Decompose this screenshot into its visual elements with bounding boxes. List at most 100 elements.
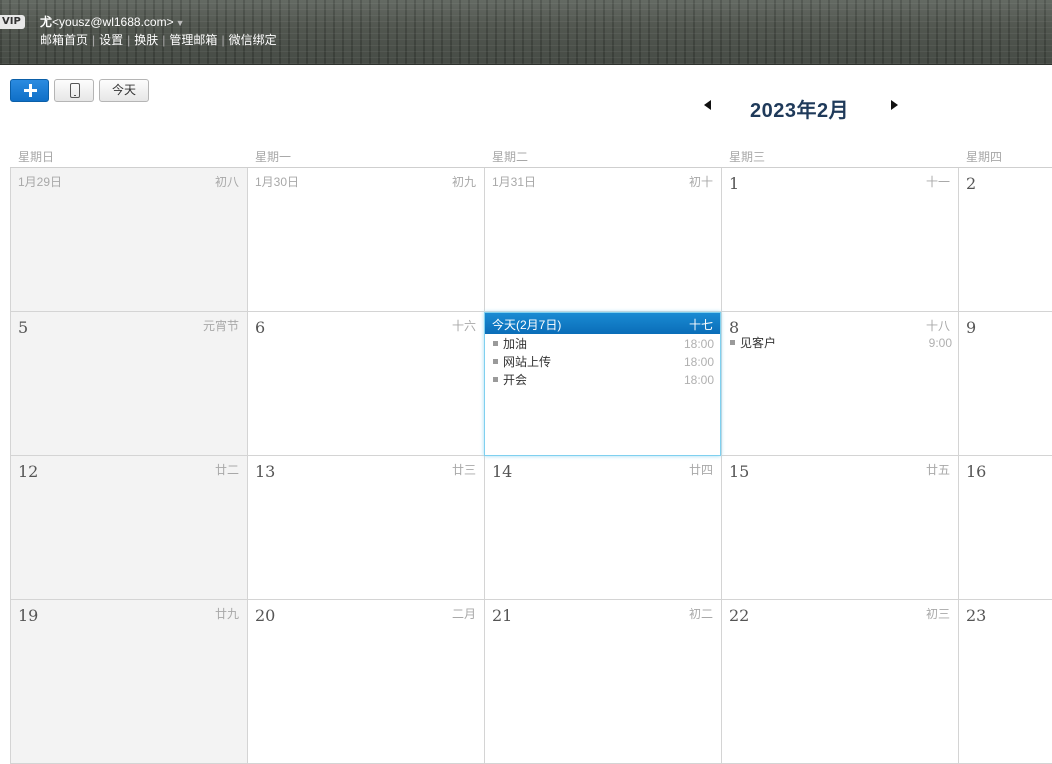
calendar-day[interactable]: 1月31日 初十 — [484, 168, 721, 312]
calendar-day[interactable]: 12 廿二 — [10, 456, 247, 600]
lunar-date: 廿四 — [688, 463, 713, 477]
month-title: 2023年2月 — [750, 100, 850, 122]
day-number: 今天(2月7日) — [492, 318, 562, 332]
event-title: 加油 — [503, 337, 528, 351]
triangle-right-icon[interactable] — [891, 100, 898, 110]
nav-link-wechat-bind[interactable]: 微信绑定 — [229, 33, 277, 47]
calendar-day[interactable]: 13 廿三 — [247, 456, 484, 600]
lunar-date: 十七 — [688, 318, 713, 332]
day-number: 1月29日 — [18, 175, 63, 189]
calendar-day[interactable]: 21 初二 — [484, 600, 721, 764]
calendar-day[interactable]: 5 元宵节 — [10, 312, 247, 456]
weekday-monday: 星期一 — [255, 150, 292, 164]
calendar-event[interactable]: 加油 18:00 — [493, 336, 714, 352]
today-header: 今天(2月7日) 十七 — [485, 313, 720, 334]
day-number: 21 — [492, 606, 513, 625]
calendar-event[interactable]: 见客户 9:00 — [730, 335, 952, 351]
lunar-date: 二月 — [451, 607, 476, 621]
lunar-date: 廿五 — [925, 463, 950, 477]
event-bullet-icon — [493, 341, 498, 347]
nav-link-settings[interactable]: 设置 — [99, 33, 123, 47]
weekday-wednesday: 星期三 — [729, 150, 766, 164]
day-number: 19 — [18, 606, 39, 625]
calendar-day[interactable]: 1 十一 — [721, 168, 958, 312]
calendar-event[interactable]: 网站上传 18:00 — [493, 354, 714, 370]
event-bullet-icon — [493, 377, 498, 383]
event-title: 见客户 — [740, 336, 777, 350]
user-name: 尤 — [40, 15, 53, 29]
calendar-day[interactable]: 1月30日 初九 — [247, 168, 484, 312]
nav-separator: | — [221, 33, 225, 47]
day-number: 15 — [729, 462, 750, 481]
calendar-day[interactable]: 14 廿四 — [484, 456, 721, 600]
calendar-day[interactable]: 19 廿九 — [10, 600, 247, 764]
nav-link-mail-home[interactable]: 邮箱首页 — [40, 33, 88, 47]
event-time: 18:00 — [683, 355, 714, 369]
weekday-tuesday: 星期二 — [492, 150, 529, 164]
triangle-left-icon[interactable] — [704, 100, 711, 110]
nav-separator: | — [162, 33, 166, 47]
day-number: 22 — [729, 606, 750, 625]
vip-badge: VIP — [0, 15, 25, 29]
lunar-date: 十一 — [925, 175, 950, 189]
event-bullet-icon — [493, 359, 498, 365]
day-number: 23 — [966, 606, 987, 625]
calendar-day[interactable]: 15 廿五 — [721, 456, 958, 600]
event-title: 开会 — [503, 373, 528, 387]
calendar-day[interactable]: 16 — [958, 456, 1052, 600]
event-bullet-icon — [730, 340, 735, 346]
calendar-day[interactable]: 23 — [958, 600, 1052, 764]
lunar-date: 廿三 — [451, 463, 476, 477]
day-number: 16 — [966, 462, 987, 481]
lunar-date: 初二 — [688, 607, 713, 621]
day-number: 6 — [255, 318, 266, 337]
calendar-day[interactable]: 9 — [958, 312, 1052, 456]
month-navigator: 2023年2月 — [700, 94, 910, 122]
day-number: 2 — [966, 174, 977, 193]
day-number: 12 — [18, 462, 39, 481]
calendar-day[interactable]: 2 — [958, 168, 1052, 312]
day-number: 13 — [255, 462, 276, 481]
user-email: <yousz@wl1688.com> — [52, 15, 174, 29]
calendar-day[interactable]: 1月29日 初八 — [10, 168, 247, 312]
nav-separator: | — [92, 33, 96, 47]
event-time: 18:00 — [683, 337, 714, 351]
mobile-sync-button[interactable] — [54, 79, 94, 102]
lunar-date: 十六 — [451, 319, 476, 333]
user-account[interactable]: 尤<yousz@wl1688.com> ▼ — [40, 14, 185, 31]
mobile-phone-icon — [70, 83, 80, 98]
event-time: 18:00 — [683, 373, 714, 387]
day-number: 9 — [966, 318, 977, 337]
weekday-thursday: 星期四 — [966, 150, 1003, 164]
day-number: 20 — [255, 606, 276, 625]
weekday-sunday: 星期日 — [18, 150, 55, 164]
today-button[interactable]: 今天 — [99, 79, 149, 102]
day-number: 1 — [729, 174, 740, 193]
day-number: 14 — [492, 462, 513, 481]
lunar-date: 初八 — [214, 175, 239, 189]
chevron-down-icon[interactable]: ▼ — [176, 18, 185, 28]
lunar-date: 廿九 — [214, 607, 239, 621]
calendar-day[interactable]: 20 二月 — [247, 600, 484, 764]
top-header: VIP 尤<yousz@wl1688.com> ▼ 邮箱首页 | 设置 | 换肤 | 管理邮箱… — [0, 0, 1052, 65]
lunar-date: 初九 — [451, 175, 476, 189]
lunar-date: 初三 — [925, 607, 950, 621]
calendar-day-today[interactable]: 今天(2月7日) 十七加油 18:00 网站上传 18:00 开会 18:00 — [484, 312, 721, 456]
lunar-date: 初十 — [688, 175, 713, 189]
event-title: 网站上传 — [503, 355, 552, 369]
calendar-day[interactable]: 8 十八 见客户 9:00 — [721, 312, 958, 456]
nav-separator: | — [127, 33, 131, 47]
day-number: 1月30日 — [255, 175, 300, 189]
day-number: 1月31日 — [492, 175, 537, 189]
calendar-day[interactable]: 22 初三 — [721, 600, 958, 764]
header-nav: 邮箱首页 | 设置 | 换肤 | 管理邮箱 | 微信绑定 — [40, 32, 277, 48]
nav-link-skin[interactable]: 换肤 — [134, 33, 158, 47]
calendar-event[interactable]: 开会 18:00 — [493, 372, 714, 388]
day-number: 5 — [18, 318, 29, 337]
event-time: 9:00 — [928, 336, 952, 350]
lunar-date: 十八 — [925, 319, 950, 333]
lunar-date: 元宵节 — [202, 319, 239, 333]
calendar-day[interactable]: 6 十六 — [247, 312, 484, 456]
nav-link-manage-mailbox[interactable]: 管理邮箱 — [169, 33, 217, 47]
add-event-button[interactable] — [10, 79, 49, 102]
